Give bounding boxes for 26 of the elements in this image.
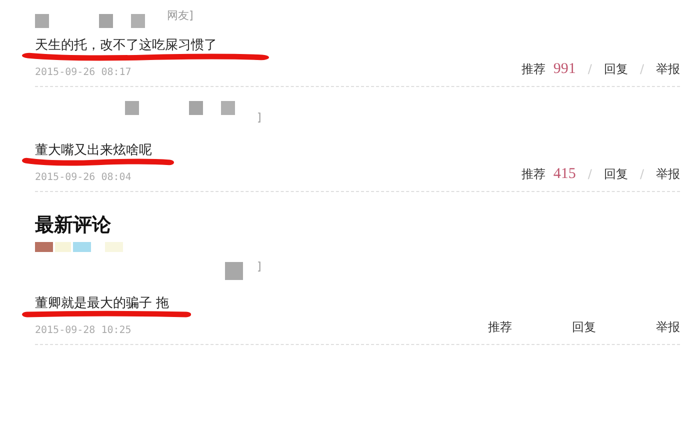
vote-count: 415 <box>553 166 576 183</box>
comment-time: 2015-09-28 10:25 <box>35 325 132 336</box>
section-heading: 最新评论 <box>35 213 112 238</box>
comment-text: 天生的托，改不了这吃屎习惯了 <box>35 37 217 55</box>
username-fragment: ] <box>257 260 262 273</box>
username-fragment: ] <box>257 111 262 124</box>
comment-time: 2015-09-26 08:04 <box>35 172 132 183</box>
separator-text: / <box>588 167 592 181</box>
redacted-name-drawing <box>225 260 245 280</box>
report-link[interactable]: 举报 <box>656 166 680 183</box>
recommend-link[interactable]: 推荐 <box>488 319 512 336</box>
reply-link[interactable]: 回复 <box>572 319 596 336</box>
separator-text: / <box>640 62 644 76</box>
comment-text: 董卿就是最大的骗子 拖 <box>35 295 170 313</box>
vote-count: 991 <box>553 61 576 78</box>
separator-text: / <box>588 62 592 76</box>
recommend-link[interactable]: 推荐 <box>521 61 546 78</box>
reply-link[interactable]: 回复 <box>604 61 628 78</box>
recommend-link[interactable]: 推荐 <box>521 166 546 183</box>
report-link[interactable]: 举报 <box>656 319 680 336</box>
comment-text: 董大嘴又出来炫啥呢 <box>35 142 152 160</box>
comment-time: 2015-09-26 08:17 <box>35 67 132 78</box>
separator-text: / <box>640 167 644 181</box>
username-fragment: 网友] <box>167 8 194 23</box>
reply-link[interactable]: 回复 <box>604 166 628 183</box>
report-link[interactable]: 举报 <box>656 61 680 78</box>
